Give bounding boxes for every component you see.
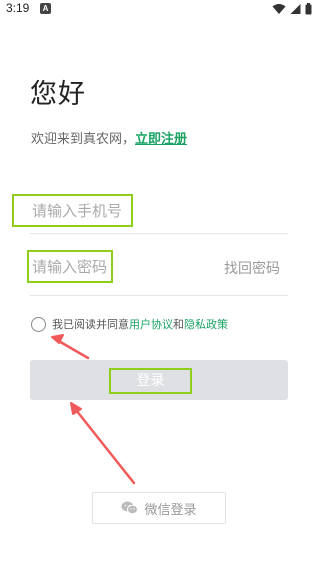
status-bar: 3:19 A xyxy=(0,0,320,18)
agreement-prefix: 我已阅读并同意 xyxy=(52,318,129,331)
battery-icon xyxy=(305,3,312,15)
notification-app-icon: A xyxy=(40,3,51,14)
status-time: 3:19 xyxy=(6,1,30,15)
agreement-text: 我已阅读并同意用户协议和隐私政策 xyxy=(52,316,228,332)
register-link[interactable]: 立即注册 xyxy=(135,132,187,147)
wechat-login-label: 微信登录 xyxy=(144,502,197,518)
forgot-password-link[interactable]: 找回密码 xyxy=(224,258,280,278)
arrow-to-agreement xyxy=(51,334,90,360)
welcome-text: 欢迎来到真农网，立即注册 xyxy=(31,128,187,147)
page-title: 您好 xyxy=(30,79,86,110)
agreement-row: 我已阅读并同意用户协议和隐私政策 xyxy=(31,316,228,332)
status-icons xyxy=(272,2,312,16)
wechat-login-button[interactable]: 微信登录 xyxy=(92,492,226,524)
welcome-prefix: 欢迎来到真农网， xyxy=(31,132,136,147)
wifi-icon xyxy=(272,4,286,14)
agreement-and: 和 xyxy=(173,318,184,331)
privacy-policy-link[interactable]: 隐私政策 xyxy=(184,318,228,331)
login-button-label: 登录 xyxy=(136,373,165,389)
phone-input[interactable] xyxy=(32,200,252,222)
agreement-radio[interactable] xyxy=(31,316,46,332)
user-agreement-link[interactable]: 用户协议 xyxy=(129,318,173,331)
wechat-icon xyxy=(121,501,139,515)
password-input[interactable] xyxy=(32,256,212,278)
signal-icon xyxy=(290,4,301,14)
arrow-to-login xyxy=(70,402,136,485)
